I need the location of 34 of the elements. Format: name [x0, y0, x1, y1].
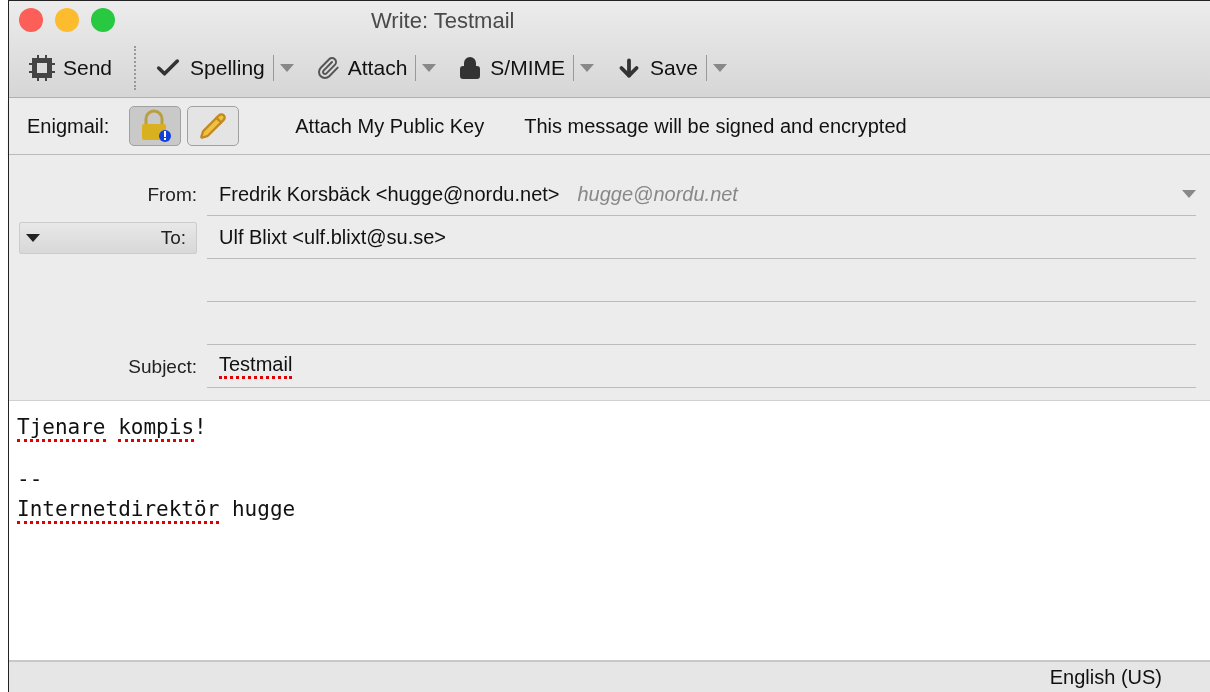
close-button[interactable]: [19, 8, 43, 32]
attach-key-link[interactable]: Attach My Public Key: [295, 114, 485, 138]
encrypt-toggle[interactable]: [129, 106, 182, 146]
lock-icon: [458, 56, 483, 80]
caret-icon: [580, 64, 594, 72]
subject-field[interactable]: Testmail: [207, 345, 1196, 388]
caret-icon: [26, 233, 40, 242]
paperclip-icon: [315, 56, 340, 80]
enigmail-label: Enigmail:: [27, 114, 110, 138]
recipient-type-dropdown[interactable]: To:: [19, 221, 197, 254]
send-icon: [29, 55, 55, 81]
zoom-button[interactable]: [91, 8, 115, 32]
window-title: Write: Testmail: [371, 8, 515, 34]
pencil-icon: [199, 112, 228, 140]
caret-icon: [279, 64, 294, 72]
body-line: Tjenare kompis!: [17, 415, 1202, 439]
minimize-button[interactable]: [55, 8, 79, 32]
body-line: --: [17, 467, 44, 491]
subject-label: Subject:: [127, 355, 198, 378]
toolbar-button[interactable]: Spelling: [150, 54, 298, 82]
toolbar-button[interactable]: Save: [612, 55, 731, 81]
caret-icon: [422, 64, 437, 72]
caret-icon: [712, 64, 727, 72]
from-field[interactable]: Fredrik Korsbäck <hugge@nordu.net> hugge@nordu.net: [207, 173, 1196, 216]
security-status: This message will be signed and encrypted: [524, 114, 907, 138]
toolbar-button[interactable]: S/MIME: [454, 55, 598, 81]
recipient-field[interactable]: Ulf Blixt <ulf.blixt@su.se>: [207, 216, 1196, 259]
toolbar-button[interactable]: Attach: [311, 55, 441, 81]
toolbar-button[interactable]: Send: [25, 55, 117, 81]
caret-icon: [1182, 190, 1196, 198]
sign-toggle[interactable]: [187, 106, 240, 146]
language-indicator[interactable]: English (US): [1049, 665, 1162, 689]
body-line: Internetdirektör hugge: [17, 497, 1202, 521]
from-label: From:: [146, 183, 198, 206]
